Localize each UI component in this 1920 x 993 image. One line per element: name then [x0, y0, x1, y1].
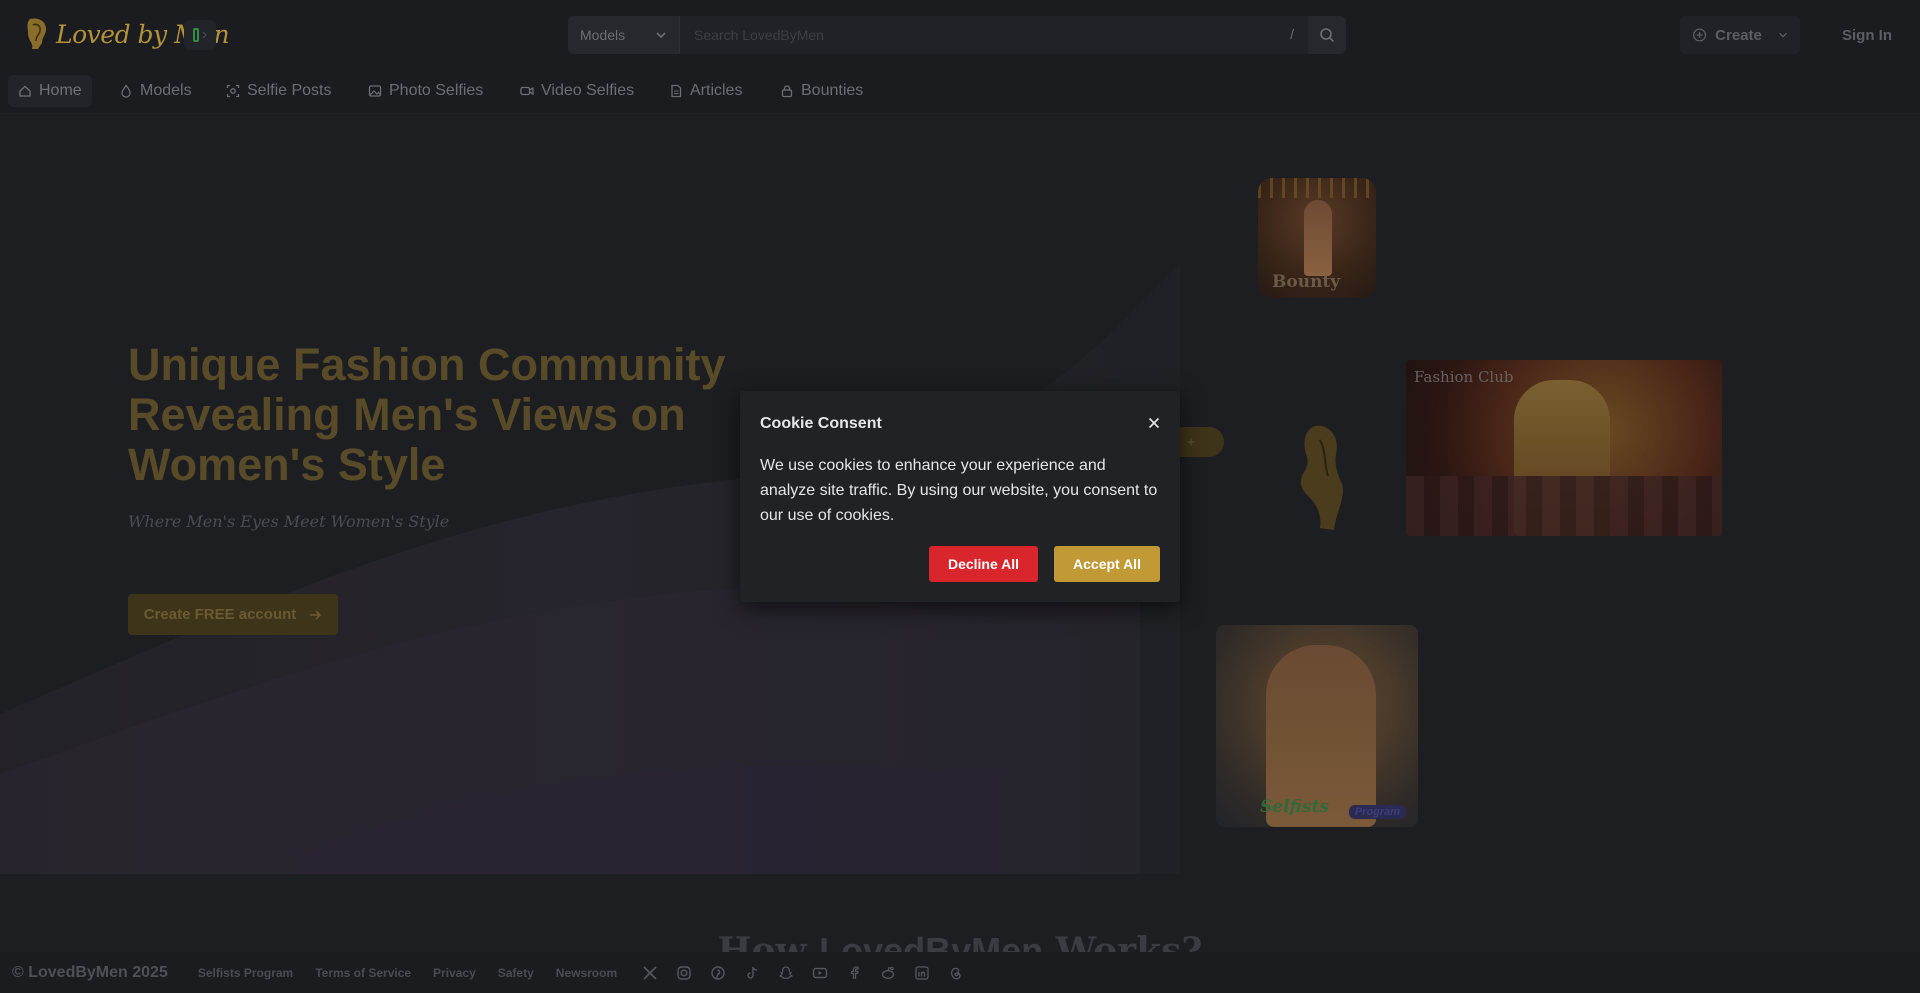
cookie-dialog-title: Cookie Consent: [760, 415, 882, 432]
cookie-dialog-body: We use cookies to enhance your experienc…: [760, 457, 1158, 524]
page: Loved by Men › Models / Create Sign In: [0, 0, 1920, 993]
cookie-consent-dialog: Cookie Consent We use cookies to enhance…: [740, 391, 1180, 602]
decline-all-button[interactable]: Decline All: [929, 546, 1038, 582]
close-button[interactable]: [1144, 413, 1164, 433]
accept-all-button[interactable]: Accept All: [1054, 546, 1160, 582]
close-icon: [1148, 417, 1160, 429]
